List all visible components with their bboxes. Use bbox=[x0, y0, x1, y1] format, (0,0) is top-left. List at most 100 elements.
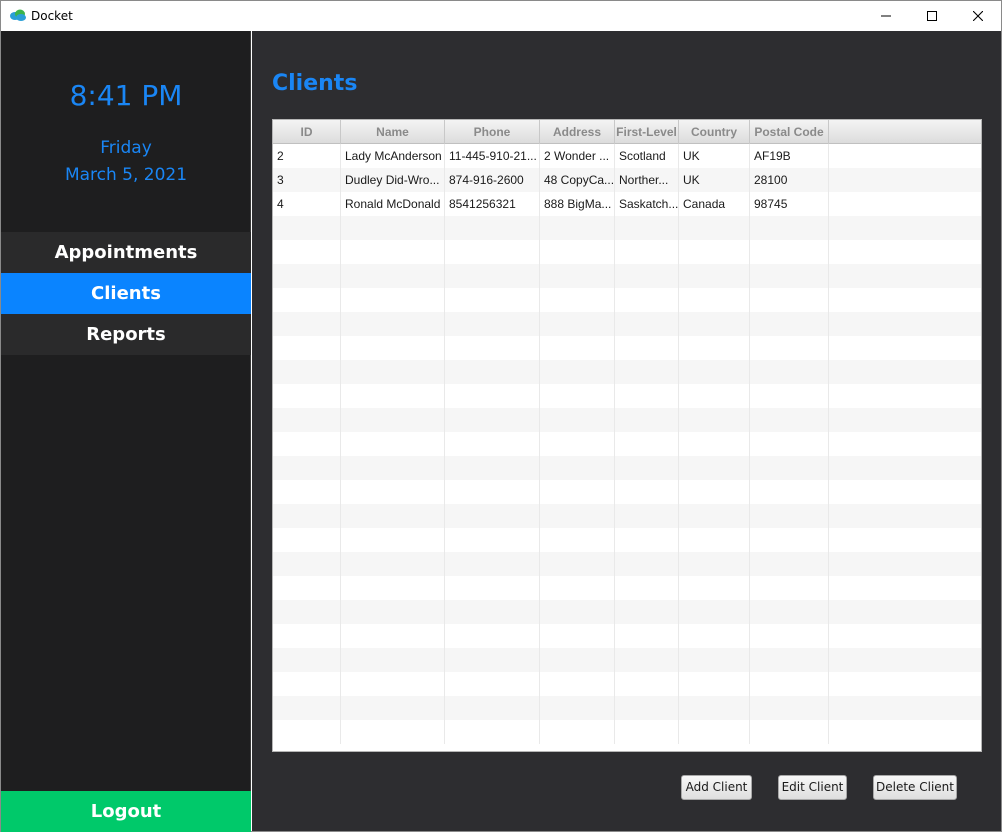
empty-cell bbox=[445, 648, 540, 672]
empty-cell bbox=[829, 336, 981, 360]
empty-cell bbox=[829, 528, 981, 552]
empty-cell bbox=[829, 480, 981, 504]
sidebar-item-appointments[interactable]: Appointments bbox=[1, 232, 251, 273]
empty-cell bbox=[615, 576, 679, 600]
cell-address: 888 BigMa... bbox=[540, 192, 615, 216]
edit-client-button[interactable]: Edit Client bbox=[778, 775, 847, 800]
empty-cell bbox=[273, 504, 341, 528]
cell-filler bbox=[829, 144, 981, 168]
empty-cell bbox=[341, 552, 445, 576]
empty-cell bbox=[829, 624, 981, 648]
empty-cell bbox=[341, 360, 445, 384]
cell-country: Canada bbox=[679, 192, 750, 216]
empty-table-row bbox=[273, 216, 981, 240]
empty-cell bbox=[679, 624, 750, 648]
column-header-address[interactable]: Address bbox=[540, 120, 615, 144]
empty-cell bbox=[750, 648, 829, 672]
clients-table[interactable]: ID Name Phone Address First-Level Countr… bbox=[272, 119, 982, 752]
empty-cell bbox=[341, 696, 445, 720]
empty-cell bbox=[615, 216, 679, 240]
empty-cell bbox=[750, 216, 829, 240]
column-header-postal-code[interactable]: Postal Code bbox=[750, 120, 829, 144]
table-row[interactable]: 4 Ronald McDonald 8541256321 888 BigMa..… bbox=[273, 192, 981, 216]
empty-cell bbox=[679, 264, 750, 288]
clock-day: Friday bbox=[100, 138, 152, 158]
empty-cell bbox=[679, 528, 750, 552]
sidebar-item-reports[interactable]: Reports bbox=[1, 314, 251, 355]
empty-cell bbox=[679, 720, 750, 744]
cell-address: 48 CopyCa... bbox=[540, 168, 615, 192]
empty-cell bbox=[341, 264, 445, 288]
column-header-phone[interactable]: Phone bbox=[445, 120, 540, 144]
empty-cell bbox=[341, 384, 445, 408]
column-header-name[interactable]: Name bbox=[341, 120, 445, 144]
empty-cell bbox=[615, 264, 679, 288]
empty-cell bbox=[341, 624, 445, 648]
column-header-id[interactable]: ID bbox=[273, 120, 341, 144]
empty-cell bbox=[273, 552, 341, 576]
empty-cell bbox=[341, 648, 445, 672]
empty-cell bbox=[341, 216, 445, 240]
empty-cell bbox=[750, 576, 829, 600]
empty-cell bbox=[445, 264, 540, 288]
empty-cell bbox=[750, 288, 829, 312]
empty-cell bbox=[679, 384, 750, 408]
empty-cell bbox=[750, 672, 829, 696]
cell-first-level: Scotland bbox=[615, 144, 679, 168]
empty-cell bbox=[829, 432, 981, 456]
cell-address: 2 Wonder ... bbox=[540, 144, 615, 168]
table-row[interactable]: 3 Dudley Did-Wro... 874-916-2600 48 Copy… bbox=[273, 168, 981, 192]
add-client-button[interactable]: Add Client bbox=[681, 775, 752, 800]
empty-cell bbox=[273, 480, 341, 504]
empty-table-row bbox=[273, 264, 981, 288]
empty-cell bbox=[445, 216, 540, 240]
cell-country: UK bbox=[679, 144, 750, 168]
empty-cell bbox=[445, 240, 540, 264]
empty-table-row bbox=[273, 504, 981, 528]
table-row[interactable]: 2 Lady McAnderson 11-445-910-21... 2 Won… bbox=[273, 144, 981, 168]
column-header-country[interactable]: Country bbox=[679, 120, 750, 144]
empty-cell bbox=[540, 384, 615, 408]
empty-cell bbox=[273, 624, 341, 648]
empty-table-row bbox=[273, 528, 981, 552]
empty-cell bbox=[273, 312, 341, 336]
sidebar-item-clients[interactable]: Clients bbox=[1, 273, 251, 314]
maximize-button[interactable] bbox=[909, 1, 955, 31]
empty-cell bbox=[679, 408, 750, 432]
empty-cell bbox=[615, 672, 679, 696]
empty-cell bbox=[679, 360, 750, 384]
column-header-first-level[interactable]: First-Level bbox=[615, 120, 679, 144]
minimize-button[interactable] bbox=[863, 1, 909, 31]
empty-cell bbox=[540, 408, 615, 432]
column-header-filler bbox=[829, 120, 981, 144]
empty-cell bbox=[445, 456, 540, 480]
cloud-app-icon bbox=[9, 8, 27, 22]
empty-cell bbox=[445, 696, 540, 720]
empty-cell bbox=[829, 240, 981, 264]
delete-client-button[interactable]: Delete Client bbox=[873, 775, 957, 800]
empty-cell bbox=[829, 600, 981, 624]
empty-cell bbox=[615, 360, 679, 384]
empty-cell bbox=[615, 312, 679, 336]
empty-cell bbox=[273, 264, 341, 288]
empty-cell bbox=[540, 432, 615, 456]
empty-cell bbox=[679, 648, 750, 672]
empty-cell bbox=[540, 720, 615, 744]
empty-cell bbox=[341, 456, 445, 480]
empty-cell bbox=[679, 552, 750, 576]
empty-table-row bbox=[273, 456, 981, 480]
clock-time: 8:41 PM bbox=[69, 79, 183, 112]
empty-cell bbox=[750, 528, 829, 552]
close-button[interactable] bbox=[955, 1, 1001, 31]
logout-button[interactable]: Logout bbox=[1, 791, 251, 832]
cell-id: 2 bbox=[273, 144, 341, 168]
empty-cell bbox=[540, 648, 615, 672]
empty-table-row bbox=[273, 480, 981, 504]
empty-cell bbox=[615, 240, 679, 264]
empty-cell bbox=[615, 600, 679, 624]
empty-cell bbox=[540, 312, 615, 336]
empty-cell bbox=[445, 480, 540, 504]
empty-cell bbox=[341, 504, 445, 528]
empty-cell bbox=[615, 528, 679, 552]
empty-table-row bbox=[273, 696, 981, 720]
